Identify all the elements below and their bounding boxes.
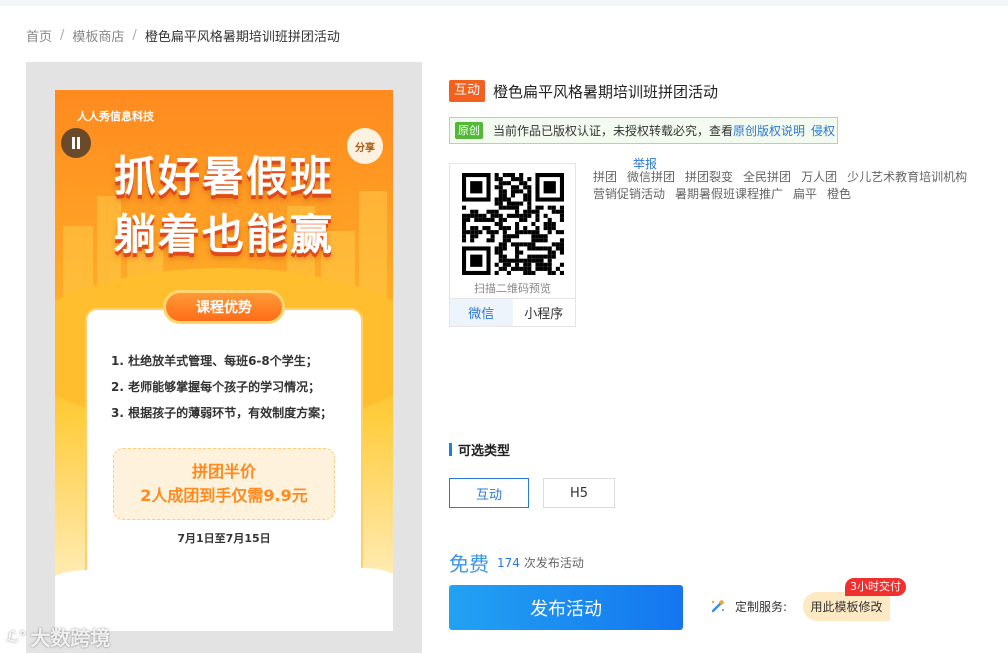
course-points: 1. 杜绝放羊式管理、每班6-8个学生； 2. 老师能够掌握每个孩子的学习情况；…	[111, 348, 351, 426]
magic-wand-icon	[711, 599, 725, 613]
custom-service-label: 定制服务:	[735, 600, 788, 614]
qr-tabs: 微信 小程序	[450, 298, 575, 326]
keyword-list: 拼团 微信拼团 拼团裂变 全民拼团 万人团 少儿艺术教育培训机构 营销促销活动 暑期暑假班课…	[593, 169, 1003, 203]
infringe-link[interactable]: 侵权	[811, 122, 835, 139]
keyword-tag[interactable]: 微信拼团	[627, 170, 675, 184]
price-line-1: 拼团半价	[191, 462, 256, 481]
keyword-tag[interactable]: 暑期暑假班课程推广	[675, 187, 783, 201]
publish-button[interactable]: 发布活动	[449, 585, 683, 630]
preview-panel: 人人秀信息科技 分享 抓好暑假班 躺着也能赢 课程优势 1. 杜绝放羊式管理、每…	[26, 62, 422, 653]
breadcrumb-store[interactable]: 模板商店	[72, 26, 124, 45]
price-line-2: 2人成团到手仅需9.9元	[140, 486, 308, 505]
watermark: ℒ° 大数跨境	[6, 622, 110, 651]
qr-code	[462, 173, 564, 275]
breadcrumb-separator: /	[132, 27, 137, 43]
keyword-tag[interactable]: 万人团	[801, 170, 837, 184]
breadcrumb-home[interactable]: 首页	[26, 26, 52, 45]
tab-wechat[interactable]: 微信	[450, 299, 513, 326]
watermark-text: 大数跨境	[30, 626, 111, 650]
publish-count-number: 174	[497, 556, 520, 570]
keyword-tag[interactable]: 营销促销活动	[593, 187, 665, 201]
tab-miniprogram[interactable]: 小程序	[513, 299, 576, 326]
headline-line-1: 抓好暑假班	[113, 152, 334, 201]
price-label: 免费	[449, 552, 489, 576]
breadcrumb-current: 橙色扁平风格暑期培训班拼团活动	[144, 29, 340, 45]
breadcrumb: 首页 / 模板商店 / 橙色扁平风格暑期培训班拼团活动	[26, 26, 340, 45]
keyword-tag[interactable]: 扁平	[793, 187, 817, 201]
copyright-text: 当前作品已版权认证，未授权转载必究，查看	[493, 124, 734, 138]
type-option-h5[interactable]: H5	[543, 478, 615, 508]
date-range: 7月1日至7月15日	[177, 532, 271, 545]
keyword-tag[interactable]: 橙色	[827, 187, 851, 201]
course-point: 2. 老师能够掌握每个孩子的学习情况；	[111, 380, 321, 394]
company-name: 人人秀信息科技	[77, 110, 154, 123]
copyright-notice: 原创 当前作品已版权认证，未授权转载必究，查看 原创版权说明 侵权	[449, 117, 838, 144]
publish-count-suffix: 次发布活动	[523, 556, 584, 570]
original-badge: 原创	[455, 122, 483, 139]
keyword-tag[interactable]: 拼团	[593, 170, 617, 184]
types-title: 可选类型	[449, 441, 510, 459]
page-title: 橙色扁平风格暑期培训班拼团活动	[493, 83, 719, 101]
type-tag: 互动	[449, 80, 486, 102]
qr-caption: 扫描二维码预览	[474, 282, 551, 295]
type-option-interactive[interactable]: 互动	[449, 478, 529, 508]
breadcrumb-separator: /	[60, 27, 65, 43]
keyword-tag[interactable]: 少儿艺术教育培训机构	[847, 170, 967, 184]
price-box: 拼团半价 2人成团到手仅需9.9元	[113, 448, 335, 520]
keyword-tag[interactable]: 拼团裂变	[685, 170, 733, 184]
copyright-link[interactable]: 原创版权说明	[733, 122, 805, 139]
publish-count: 174 次发布活动	[497, 554, 584, 571]
course-card-tab: 课程优势	[163, 290, 285, 324]
qr-preview-box: 扫描二维码预览 微信 小程序	[449, 163, 576, 327]
course-point: 1. 杜绝放羊式管理、每班6-8个学生；	[111, 354, 318, 368]
top-strip	[0, 0, 1008, 6]
use-template-button[interactable]: 用此模板修改	[803, 592, 890, 621]
keyword-tag[interactable]: 全民拼团	[743, 170, 791, 184]
delivery-badge: 3小时交付	[845, 578, 906, 596]
headline-line-2: 躺着也能赢	[113, 210, 334, 259]
course-point: 3. 根据孩子的薄弱环节，有效制度方案；	[111, 406, 333, 420]
template-preview: 人人秀信息科技 分享 抓好暑假班 躺着也能赢 课程优势 1. 杜绝放羊式管理、每…	[55, 90, 393, 631]
watermark-logo-icon: ℒ°	[6, 627, 27, 646]
